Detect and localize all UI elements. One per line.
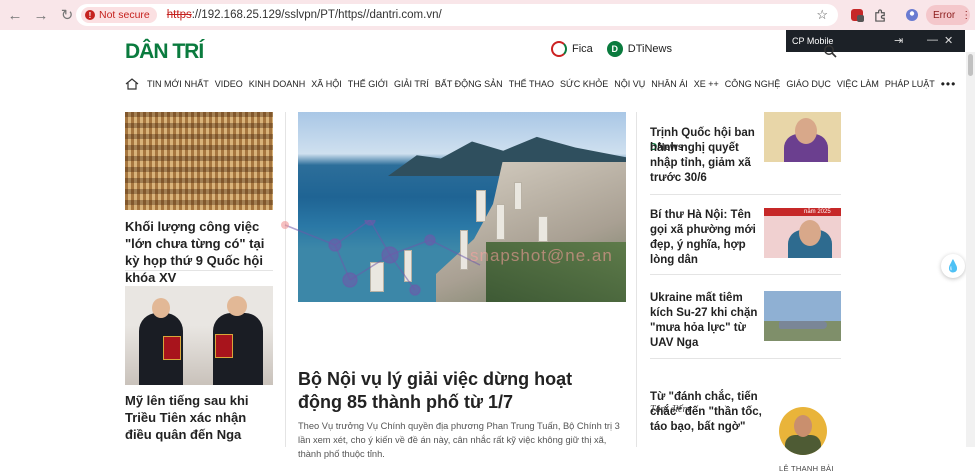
building	[476, 190, 486, 222]
building	[538, 216, 548, 242]
face-right	[227, 296, 247, 316]
avatar-body	[785, 435, 821, 455]
main-article-sapo: Theo Vụ trưởng Vụ Chính quyền địa phương…	[298, 421, 620, 459]
nav-item[interactable]: BẤT ĐỘNG SẢN	[435, 79, 503, 89]
home-icon[interactable]	[125, 78, 139, 90]
error-label: Error	[933, 9, 956, 21]
plane-shape	[779, 321, 827, 329]
divider	[650, 358, 841, 359]
bookmark-star-icon[interactable]: ☆	[816, 7, 828, 23]
nav-item[interactable]: SỨC KHỎE	[560, 79, 608, 89]
more-menu-icon[interactable]: •••	[941, 77, 957, 91]
dtinews-icon: D	[606, 41, 623, 57]
nav-item[interactable]: KINH DOANH	[249, 79, 306, 89]
fica-link[interactable]: Fica	[572, 43, 593, 55]
right-article-image[interactable]: năm 2025	[764, 208, 841, 258]
author-avatar[interactable]	[779, 407, 827, 455]
nav-item[interactable]: TIN MỚI NHẤT	[147, 79, 209, 89]
nav-item[interactable]: NHÂN ÁI	[651, 79, 688, 89]
url-text[interactable]: https://192.168.25.129/sslvpn/PT/https//…	[167, 9, 442, 21]
nav-item[interactable]: GIÁO DỤC	[786, 79, 831, 89]
leaders-image[interactable]	[125, 286, 273, 385]
watermark-network	[281, 220, 481, 296]
right-article-title[interactable]: Ukraine mất tiêm kích Su-27 khi chặn "mư…	[650, 291, 760, 351]
right-article-title[interactable]: Bí thư Hà Nội: Tên gọi xã phường mới đẹp…	[650, 208, 760, 268]
extension-icon[interactable]	[849, 7, 865, 23]
url-path: ://192.168.25.129/sslvpn/PT/https//dantr…	[191, 9, 442, 21]
nav-item[interactable]: NỘI VỤ	[614, 79, 645, 89]
banner-text: năm 2025	[804, 209, 831, 215]
scrollbar-thumb[interactable]	[968, 54, 973, 76]
nav-item[interactable]: XÃ HỘI	[311, 79, 342, 89]
left-article-title[interactable]: Khối lượng công việc "lớn chưa từng có" …	[125, 218, 275, 286]
nav-item[interactable]: GIẢI TRÍ	[394, 79, 429, 89]
red-folder-icon	[215, 334, 233, 358]
site-logo[interactable]: DÂN TRÍ	[125, 40, 204, 64]
parliament-image[interactable]	[125, 112, 273, 210]
divider	[650, 194, 841, 195]
security-label: Not secure	[99, 9, 150, 21]
menu-dots-icon: ⋮	[961, 9, 972, 21]
building	[496, 204, 505, 240]
address-bar[interactable]: ! Not secure https://192.168.25.129/sslv…	[76, 4, 838, 26]
nav-item[interactable]: THỂ THAO	[509, 79, 554, 89]
puzzle-icon[interactable]	[872, 7, 888, 23]
avatar-face	[794, 415, 812, 437]
fica-icon	[551, 41, 567, 57]
nav-item[interactable]: CÔNG NGHỆ	[725, 79, 781, 89]
right-article-image[interactable]	[764, 112, 841, 162]
forward-icon[interactable]: →	[28, 2, 54, 28]
nav-item[interactable]: VIDEO	[215, 79, 243, 89]
search-icon[interactable]	[823, 44, 837, 58]
back-icon[interactable]: ←	[2, 2, 28, 28]
main-article-title[interactable]: Bộ Nội vụ lý giải việc dừng hoạt động 85…	[298, 368, 618, 414]
nav-item[interactable]: THẾ GIỚI	[348, 79, 388, 89]
nav-item[interactable]: VIỆC LÀM	[837, 79, 879, 89]
left-article-title[interactable]: Mỹ lên tiếng sau khi Triều Tiên xác nhận…	[125, 392, 275, 443]
red-folder-icon	[163, 336, 181, 360]
warning-icon: !	[85, 10, 95, 20]
error-button[interactable]: Error ⋮	[926, 5, 972, 25]
tam-diem-title[interactable]: Từ "đánh chắc, tiến chắc" đến "thần tốc,…	[650, 390, 775, 435]
main-nav: TIN MỚI NHẤT VIDEO KINH DOANH XÃ HỘI THẾ…	[125, 76, 962, 92]
dantri-page: DÂN TRÍ Fica D DTiNews TIN MỚI NHẤT VIDE…	[0, 30, 975, 473]
browser-toolbar: ← → ↻ ! Not secure https://192.168.25.12…	[0, 0, 975, 30]
floating-assistant-icon[interactable]: 💧	[941, 254, 965, 278]
nav-item[interactable]: XE ++	[694, 79, 719, 89]
face-left	[152, 298, 170, 318]
nav-item[interactable]: PHÁP LUẬT	[885, 79, 935, 89]
profile-icon[interactable]	[904, 7, 920, 23]
portrait-face	[799, 220, 821, 246]
portrait-face	[795, 118, 817, 144]
jet-image[interactable]	[764, 291, 841, 341]
header-links: Fica D DTiNews	[551, 41, 672, 57]
column-divider	[636, 112, 637, 447]
watermark-text: snapshot@ne.an	[470, 246, 613, 265]
security-badge[interactable]: ! Not secure	[81, 7, 157, 23]
right-article-title[interactable]: Trịnh Quốc hội ban hành nghị quyết nhập …	[650, 126, 760, 186]
author-name: LÊ THANH BẢI	[779, 464, 834, 473]
divider	[650, 274, 841, 275]
divider	[125, 270, 273, 271]
url-scheme: https	[166, 9, 192, 21]
building	[514, 182, 522, 210]
dtinews-link[interactable]: DTiNews	[628, 43, 672, 55]
scrollbar[interactable]	[966, 52, 975, 447]
